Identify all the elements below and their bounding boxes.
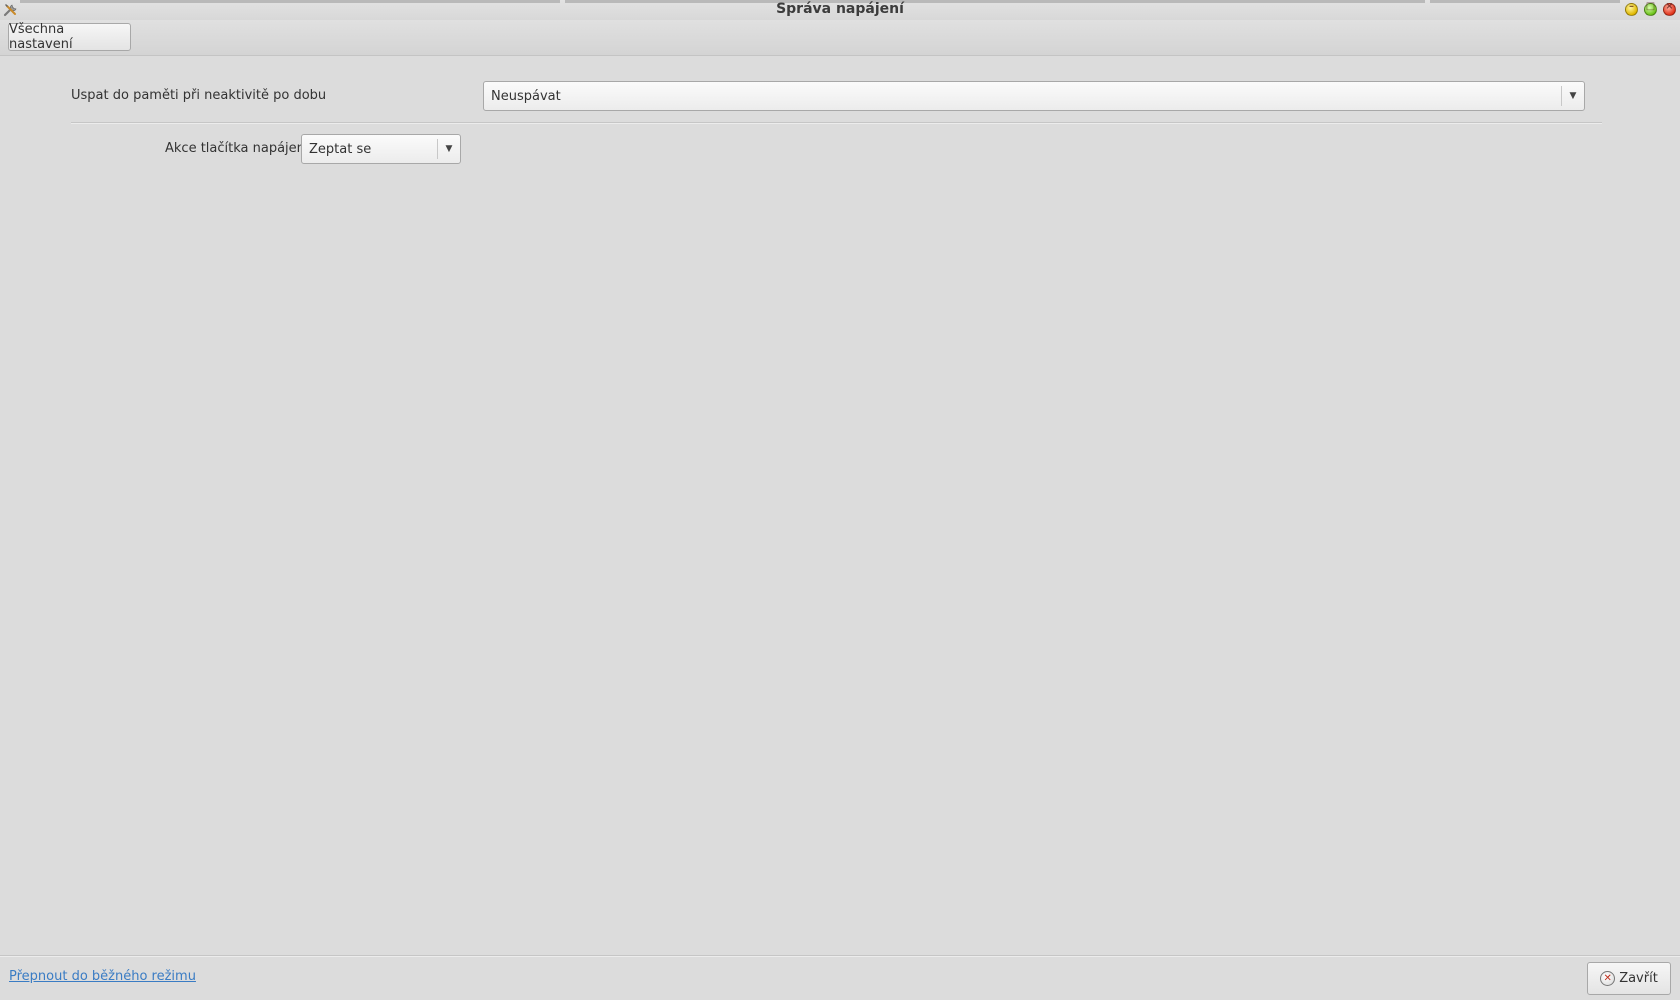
power-button-label: Akce tlačítka napájení (165, 141, 309, 156)
maximize-icon: □ (1645, 1, 1656, 12)
suspend-combobox[interactable]: Neuspávat ▼ (483, 81, 1585, 111)
close-x-icon: × (1665, 1, 1674, 12)
footer-divider (0, 955, 1680, 957)
window-close-button[interactable]: × (1663, 1, 1676, 16)
close-button[interactable]: ✕ Zavřít (1587, 962, 1671, 995)
minimize-icon: – (1629, 1, 1634, 12)
power-button-combobox[interactable]: Zeptat se ▼ (301, 134, 461, 164)
suspend-label: Uspat do paměti při neaktivitě po dobu (71, 88, 327, 103)
chevron-down-icon: ▼ (445, 144, 453, 154)
combobox-separator (1561, 86, 1562, 106)
toolbar: Všechna nastavení (0, 20, 1680, 56)
power-management-window: Správa napájení – □ × Všechna nastavení … (0, 0, 1680, 1000)
window-title: Správa napájení (776, 1, 904, 17)
combobox-separator (437, 139, 438, 159)
suspend-combobox-value: Neuspávat (491, 88, 561, 104)
section-divider (71, 122, 1602, 124)
close-button-label: Zavřít (1619, 971, 1658, 986)
close-icon: ✕ (1600, 971, 1616, 986)
all-settings-button[interactable]: Všechna nastavení (8, 22, 131, 52)
maximize-button[interactable]: □ (1644, 1, 1657, 16)
title-bar[interactable]: Správa napájení – □ × (0, 0, 1680, 20)
chevron-down-icon: ▼ (1569, 91, 1577, 101)
switch-mode-link[interactable]: Přepnout do běžného režimu (9, 969, 196, 984)
power-button-combobox-value: Zeptat se (309, 141, 372, 157)
minimize-button[interactable]: – (1625, 1, 1638, 16)
